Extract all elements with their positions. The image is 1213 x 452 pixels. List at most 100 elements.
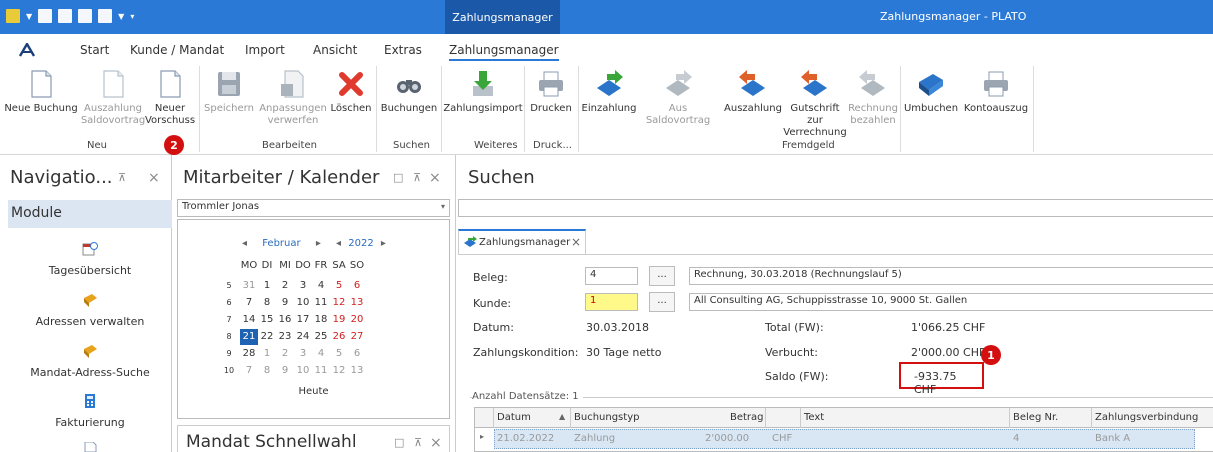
neue-buchung-button[interactable]: Neue Buchung [0,68,82,115]
today-button[interactable]: Heute [178,386,449,397]
calendar-day[interactable]: 20 [348,314,366,325]
calendar-day[interactable]: 8 [258,297,276,308]
calendar-day[interactable]: 16 [276,314,294,325]
calendar-day[interactable]: 31 [240,280,258,291]
loeschen-button[interactable]: Löschen [328,68,374,115]
prev-year-icon[interactable]: ◂ [336,238,341,249]
kunde-browse-button[interactable]: ... [649,292,675,312]
calendar-day[interactable]: 6 [348,348,366,359]
calendar-day[interactable]: 12 [330,297,348,308]
calendar-day[interactable]: 28 [240,348,258,359]
month-label[interactable]: Februar [262,238,300,249]
close-icon[interactable]: × [429,170,441,186]
zahlungsimport-button[interactable]: Zahlungsimport [443,68,523,115]
pin-icon[interactable]: ⊼ [413,171,421,184]
customize-toolbar-icon[interactable]: ▾ [130,12,134,21]
tab-zahlungsmanager[interactable]: Zahlungsmanager [449,43,559,61]
tab-extras[interactable]: Extras [384,43,422,57]
calendar-day[interactable]: 11 [312,365,330,376]
calendar-day[interactable]: 4 [312,280,330,291]
calendar-day[interactable]: 25 [312,331,330,342]
calendar-day[interactable]: 27 [348,331,366,342]
module-item-tagesuebersicht[interactable]: Tagesübersicht [8,241,172,277]
umbuchen-button[interactable]: Umbuchen [903,68,959,115]
auszahlung-saldovortrag-button[interactable]: Auszahlung Saldovortrag [81,68,145,127]
einzahlung-button[interactable]: Einzahlung [580,68,638,115]
table-row[interactable]: ▸ 21.02.2022 Zahlung 2'000.00 CHF 4 Bank… [475,429,1213,449]
calendar-day[interactable]: 8 [258,365,276,376]
module-item-mandat-adress-suche[interactable]: Mandat-Adress-Suche [8,343,172,379]
calendar-day[interactable]: 6 [348,280,366,291]
maximize-icon[interactable]: □ [393,171,403,184]
kontoauszug-button[interactable]: Kontoauszug [961,68,1031,115]
col-header-text[interactable]: Text [804,412,824,423]
auszahlung-button[interactable]: Auszahlung [724,68,782,115]
new-document-icon[interactable] [38,9,53,23]
tab-ansicht[interactable]: Ansicht [313,43,357,57]
calendar-day[interactable]: 9 [276,365,294,376]
prev-month-icon[interactable]: ◂ [242,238,247,249]
search-input[interactable] [458,199,1213,217]
calendar-day[interactable]: 1 [258,348,276,359]
maximize-icon[interactable]: □ [394,436,404,449]
year-label[interactable]: 2022 [348,238,373,249]
chevron-down-icon[interactable]: ▼ [118,12,124,21]
calendar-day[interactable]: 3 [294,348,312,359]
beleg-browse-button[interactable]: ... [649,266,675,286]
calendar-day[interactable]: 14 [240,314,258,325]
close-icon[interactable]: × [430,435,442,451]
rechnung-bezahlen-button[interactable]: Rechnung bezahlen [848,68,898,127]
col-header-beleg-nr[interactable]: Beleg Nr. [1013,412,1058,423]
print-icon[interactable] [98,9,113,23]
beleg-input[interactable]: 4 [585,267,638,285]
calendar-day[interactable]: 19 [330,314,348,325]
calendar-day[interactable]: 21 [240,329,258,345]
employee-select[interactable]: Trommler Jonas ▾ [177,199,450,217]
calendar-day[interactable]: 26 [330,331,348,342]
tab-zahlungsmanager-doc[interactable]: Zahlungsmanager × [458,229,586,255]
module-item-fakturierung[interactable]: Fakturierung [8,393,172,429]
next-year-icon[interactable]: ▸ [381,238,386,249]
calendar-day[interactable]: 1 [258,280,276,291]
app-menu-icon[interactable] [18,43,36,57]
app-logo-icon[interactable] [6,9,20,23]
col-header-buchungstyp[interactable]: Buchungstyp [574,412,639,423]
calendar-day[interactable]: 2 [276,348,294,359]
drucken-button[interactable]: Drucken [526,68,576,115]
calendar-day[interactable]: 13 [348,297,366,308]
calendar-day[interactable]: 9 [276,297,294,308]
calendar-day[interactable]: 18 [312,314,330,325]
col-header-datum[interactable]: Datum [497,412,531,423]
save-all-icon[interactable] [78,9,93,23]
calendar-day[interactable]: 12 [330,365,348,376]
calendar-day[interactable]: 17 [294,314,312,325]
pin-icon[interactable]: ⊼ [414,436,422,449]
aus-saldovortrag-button[interactable]: Aus Saldovortrag [638,68,718,127]
calendar-day[interactable]: 23 [276,331,294,342]
tab-start[interactable]: Start [80,43,109,57]
calendar-day[interactable]: 10 [294,297,312,308]
calendar-day[interactable]: 3 [294,280,312,291]
buchungen-button[interactable]: Buchungen [379,68,439,115]
module-section-header[interactable]: Module [8,200,172,228]
kunde-input[interactable]: 1 [585,293,638,311]
tab-import[interactable]: Import [245,43,285,57]
save-icon[interactable] [58,9,73,23]
neuer-vorschuss-button[interactable]: Neuer Vorschuss [144,68,196,127]
calendar-day[interactable]: 11 [312,297,330,308]
calendar-day[interactable]: 4 [312,348,330,359]
calendar-day[interactable]: 7 [240,365,258,376]
tab-kunde-mandat[interactable]: Kunde / Mandat [130,43,224,57]
calendar-day[interactable]: 15 [258,314,276,325]
col-header-zahlungsverbindung[interactable]: Zahlungsverbindung [1095,412,1198,423]
calendar-day[interactable]: 2 [276,280,294,291]
gutschrift-verrechnung-button[interactable]: Gutschrift zur Verrechnung [782,68,848,139]
calendar-day[interactable]: 13 [348,365,366,376]
calendar-day[interactable]: 5 [330,280,348,291]
anpassungen-verwerfen-button[interactable]: Anpassungen verwerfen [258,68,328,127]
chevron-down-icon[interactable]: ▼ [26,12,32,21]
calendar-day[interactable]: 22 [258,331,276,342]
calendar-day[interactable]: 7 [240,297,258,308]
calendar-day[interactable]: 10 [294,365,312,376]
next-month-icon[interactable]: ▸ [316,238,321,249]
